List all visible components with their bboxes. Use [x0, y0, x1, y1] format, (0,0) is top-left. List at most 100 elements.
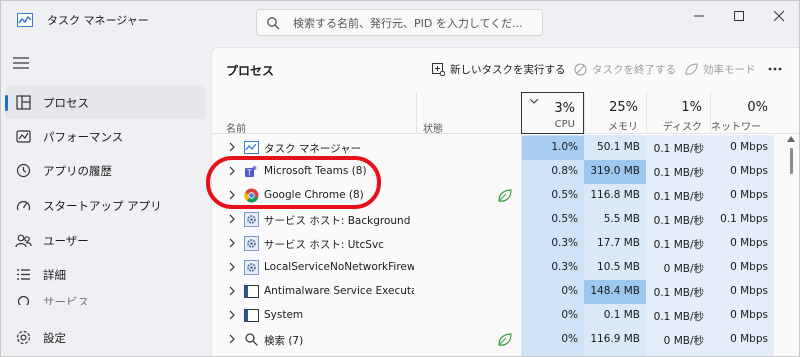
expand-chevron-icon[interactable]: [229, 310, 235, 323]
cpu-label: CPU: [554, 119, 575, 130]
hamburger-menu-icon[interactable]: [13, 57, 29, 69]
process-name: Antimalware Service Executable: [264, 285, 414, 297]
efficiency-leaf-icon: [497, 332, 513, 351]
sidebar-item-processes[interactable]: プロセス: [5, 86, 205, 119]
net-value: 0 Mbps: [730, 333, 768, 345]
process-row[interactable]: サービス ホスト: UtcSvc 0.3% 17.7 MB 0.1 MB/秒 0 Mbp…: [212, 232, 799, 256]
more-dots-icon: [768, 67, 782, 71]
minimize-button[interactable]: [679, 5, 719, 27]
app-title: タスク マネージャー: [47, 14, 149, 27]
history-icon: [16, 163, 31, 178]
scroll-up-icon[interactable]: [787, 136, 795, 142]
performance-icon: [16, 130, 31, 143]
sidebar-item-users[interactable]: ユーザー: [5, 224, 205, 257]
net-value: 0 Mbps: [730, 165, 768, 177]
sidebar: プロセス パフォーマンス アプリの履歴 スタートアップ アプリ ユーザー 詳細 …: [1, 39, 211, 356]
disk-value: 0.1 MB/秒: [653, 287, 704, 299]
mem-value: 116.8 MB: [590, 189, 640, 201]
sidebar-item-label: パフォーマンス: [43, 130, 124, 144]
expand-chevron-icon[interactable]: [229, 214, 235, 227]
maximize-button[interactable]: [719, 5, 759, 27]
scrollbar-thumb[interactable]: [790, 148, 793, 174]
search-icon: [267, 17, 280, 30]
sidebar-item-label: 詳細: [43, 268, 66, 282]
sidebar-item-startup-apps[interactable]: スタートアップ アプリ: [5, 189, 205, 222]
end-task-button[interactable]: タスクを終了する: [574, 58, 676, 80]
services-icon: [17, 295, 30, 305]
net-value: 0.1 Mbps: [720, 213, 768, 225]
more-options-button[interactable]: [768, 58, 782, 80]
sidebar-item-label: プロセス: [43, 96, 89, 110]
search-box[interactable]: [256, 9, 543, 36]
search-input[interactable]: [293, 14, 537, 32]
process-name: サービス ホスト: UtcSvc: [264, 239, 384, 251]
window-app-icon: [244, 308, 259, 323]
sidebar-item-services[interactable]: サービス: [5, 291, 205, 305]
service-gear-icon: [244, 260, 259, 275]
memory-total: 25%: [609, 100, 638, 115]
expand-chevron-icon[interactable]: [229, 142, 235, 155]
process-row[interactable]: Antimalware Service Executable 0% 148.4 MB…: [212, 280, 799, 304]
column-header-network[interactable]: 0% ネットワーク: [710, 92, 776, 148]
cpu-total: 3%: [554, 101, 575, 116]
process-name: LocalServiceNoNetworkFirewa...: [264, 261, 414, 273]
process-name: System: [264, 309, 304, 321]
prohibited-icon: [574, 63, 587, 75]
run-new-task-label: 新しいタスクを実行する: [450, 63, 566, 76]
column-header-name[interactable]: 名前: [226, 120, 246, 135]
page-title: プロセス: [226, 64, 275, 78]
net-value: 0 Mbps: [730, 261, 768, 273]
expand-chevron-icon[interactable]: [229, 238, 235, 251]
disk-value: 0.1 MB/秒: [653, 215, 704, 227]
annotation-highlight-ellipse: [206, 156, 381, 209]
disk-total: 1%: [681, 100, 702, 115]
expand-chevron-icon[interactable]: [229, 334, 235, 347]
sidebar-item-details[interactable]: 詳細: [5, 258, 205, 291]
sidebar-item-performance[interactable]: パフォーマンス: [5, 120, 205, 153]
mem-value: 17.7 MB: [597, 237, 640, 249]
cpu-value: 0.8%: [551, 165, 578, 177]
mem-value: 5.5 MB: [603, 213, 640, 225]
sidebar-item-label: サービス: [43, 295, 89, 305]
startup-icon: [16, 201, 31, 211]
service-gear-icon: [244, 236, 259, 251]
disk-value: 0.1 MB/秒: [653, 167, 704, 179]
expand-chevron-icon[interactable]: [229, 262, 235, 275]
column-header-status-cell[interactable]: 状態: [416, 92, 522, 135]
active-indicator: [5, 95, 8, 111]
taskmanager-icon: [244, 140, 259, 155]
close-button[interactable]: [759, 5, 799, 27]
search-icon: [244, 332, 259, 347]
users-icon: [15, 234, 32, 248]
process-name: タスク マネージャー: [264, 143, 362, 155]
run-new-task-button[interactable]: 新しいタスクを実行する: [432, 58, 566, 80]
settings-label: 設定: [43, 331, 66, 345]
column-header-disk[interactable]: 1% ディスク: [646, 92, 710, 134]
mem-value: 148.4 MB: [584, 280, 646, 304]
process-row[interactable]: System 0% 0.1 MB 0.1 MB/秒 0 Mbps: [212, 304, 799, 328]
efficiency-mode-label: 効率モード: [703, 63, 756, 76]
net-value: 0 Mbps: [730, 237, 768, 249]
memory-label: メモリ: [608, 122, 638, 133]
efficiency-mode-button[interactable]: 効率モード: [684, 58, 756, 80]
column-header-status: 状態: [423, 124, 443, 135]
mem-value: 50.1 MB: [597, 141, 640, 153]
process-name: 検索 (7): [264, 335, 304, 347]
sidebar-item-settings[interactable]: 設定: [5, 321, 205, 354]
task-manager-app-icon: [17, 13, 33, 27]
column-header-cpu[interactable]: 3% CPU: [521, 92, 584, 134]
cpu-value: 0%: [561, 285, 578, 297]
cpu-value: 0.5%: [551, 213, 578, 225]
process-row[interactable]: LocalServiceNoNetworkFirewa... 0.3% 10.5 M…: [212, 256, 799, 280]
disk-value: 0.1 MB/秒: [653, 191, 704, 203]
cpu-value: 0.5%: [551, 189, 578, 201]
column-header-row: 名前 状態 3% CPU 25% メモリ 1% ディスク 0% ネットワー: [212, 92, 799, 148]
column-header-memory[interactable]: 25% メモリ: [584, 92, 646, 134]
process-row[interactable]: サービス ホスト: Background Inte... 0.5% 5.5 MB 0.…: [212, 208, 799, 232]
cpu-value: 0.3%: [551, 261, 578, 273]
net-value: 0 Mbps: [730, 309, 768, 321]
processes-icon: [16, 95, 31, 110]
process-row[interactable]: 検索 (7) 0% 116.9 MB 0 MB/秒 0 Mbps: [212, 328, 799, 352]
expand-chevron-icon[interactable]: [229, 286, 235, 299]
sidebar-item-app-history[interactable]: アプリの履歴: [5, 154, 205, 187]
